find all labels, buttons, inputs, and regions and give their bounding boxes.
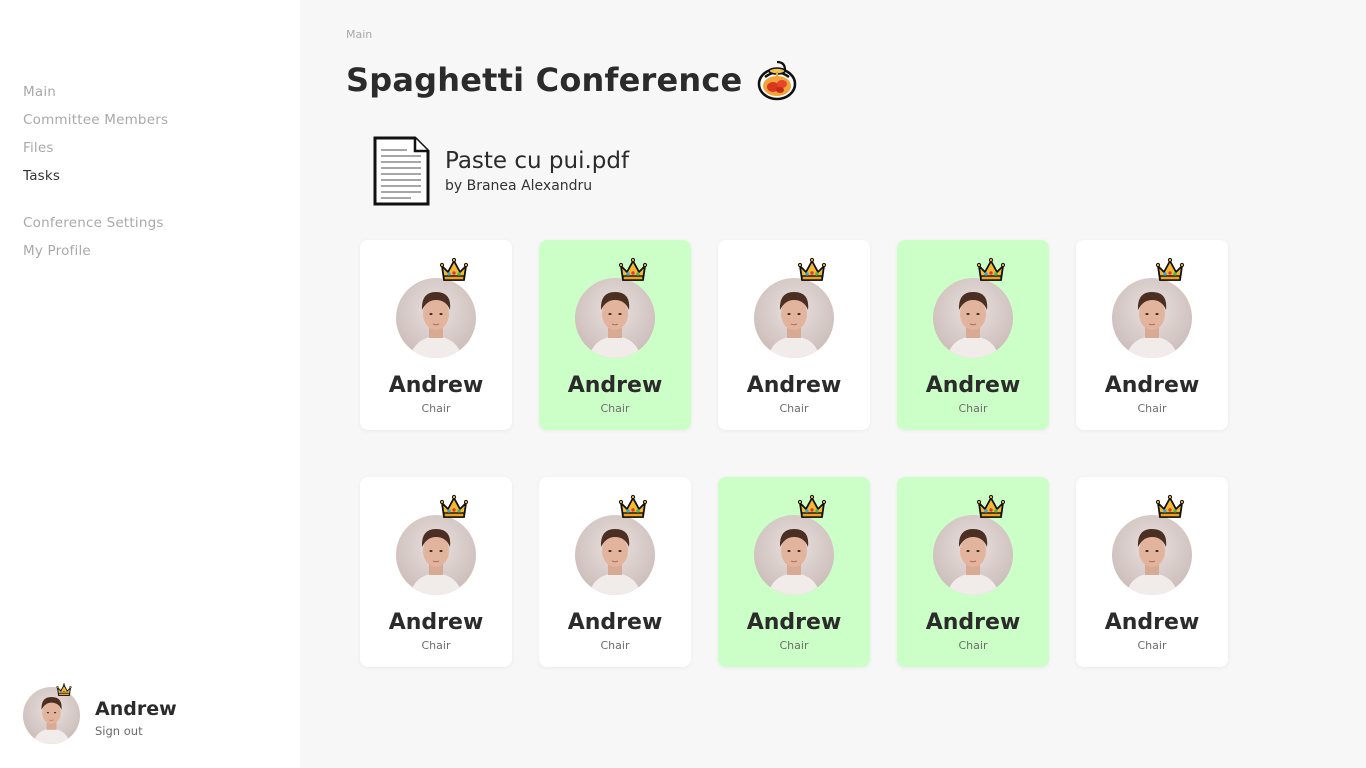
avatar-image xyxy=(1112,278,1192,358)
title-row: Spaghetti Conference xyxy=(346,58,798,102)
member-avatar xyxy=(575,278,655,358)
nav-item-my-profile[interactable]: My Profile xyxy=(23,241,168,269)
member-card[interactable]: Andrew Chair xyxy=(539,477,691,667)
member-card[interactable]: Andrew Chair xyxy=(360,240,512,430)
breadcrumb[interactable]: Main xyxy=(346,28,372,41)
member-avatar xyxy=(575,515,655,595)
crown-icon xyxy=(797,494,827,518)
member-role: Chair xyxy=(1137,402,1167,415)
member-avatar xyxy=(396,515,476,595)
member-avatar xyxy=(754,278,834,358)
crown-icon xyxy=(439,257,469,281)
member-name: Andrew xyxy=(746,373,842,398)
crown-icon xyxy=(1155,494,1185,518)
crown-icon xyxy=(618,257,648,281)
member-role: Chair xyxy=(1137,639,1167,652)
avatar-image xyxy=(396,515,476,595)
member-avatar xyxy=(1112,515,1192,595)
member-avatar xyxy=(933,515,1013,595)
member-name: Andrew xyxy=(388,610,484,635)
member-role: Chair xyxy=(421,402,451,415)
avatar-image xyxy=(933,278,1013,358)
crown-icon xyxy=(618,494,648,518)
avatar-image xyxy=(754,515,834,595)
member-name: Andrew xyxy=(388,373,484,398)
member-name: Andrew xyxy=(746,610,842,635)
nav-item-main[interactable]: Main xyxy=(23,82,168,110)
file-author: by Branea Alexandru xyxy=(445,178,593,194)
spaghetti-pot-icon xyxy=(758,60,797,101)
member-role: Chair xyxy=(600,402,630,415)
file-meta: Paste cu pui.pdf by Branea Alexandru xyxy=(445,148,629,194)
nav-divider xyxy=(23,194,168,213)
avatar-image xyxy=(396,278,476,358)
avatar-image xyxy=(575,278,655,358)
nav-item-files[interactable]: Files xyxy=(23,138,168,166)
main-content: Main Spaghetti Conference Paste cu pui.p… xyxy=(300,0,1366,768)
avatar-image xyxy=(1112,515,1192,595)
member-name: Andrew xyxy=(1104,373,1200,398)
user-name: Andrew xyxy=(95,698,177,720)
avatar-image xyxy=(754,278,834,358)
crown-icon xyxy=(1155,257,1185,281)
member-role: Chair xyxy=(958,402,988,415)
member-role: Chair xyxy=(958,639,988,652)
member-card[interactable]: Andrew Chair xyxy=(1076,477,1228,667)
nav-item-committee-members[interactable]: Committee Members xyxy=(23,110,168,138)
avatar-image xyxy=(575,515,655,595)
member-role: Chair xyxy=(779,402,809,415)
current-user: Andrew Sign out xyxy=(23,678,283,748)
member-name: Andrew xyxy=(567,610,663,635)
member-avatar xyxy=(754,515,834,595)
sidebar: Main Committee Members Files Tasks Confe… xyxy=(0,0,300,768)
member-avatar xyxy=(933,278,1013,358)
member-card[interactable]: Andrew Chair xyxy=(1076,240,1228,430)
crown-icon xyxy=(56,683,72,696)
sidebar-nav: Main Committee Members Files Tasks Confe… xyxy=(23,82,168,269)
avatar-image xyxy=(933,515,1013,595)
nav-item-tasks[interactable]: Tasks xyxy=(23,166,168,194)
member-name: Andrew xyxy=(925,610,1021,635)
file-name[interactable]: Paste cu pui.pdf xyxy=(445,148,629,174)
member-name: Andrew xyxy=(1104,610,1200,635)
document-icon xyxy=(373,136,430,206)
file-entry[interactable]: Paste cu pui.pdf by Branea Alexandru xyxy=(373,136,629,206)
crown-icon xyxy=(976,494,1006,518)
member-name: Andrew xyxy=(925,373,1021,398)
member-avatar xyxy=(1112,278,1192,358)
member-name: Andrew xyxy=(567,373,663,398)
user-avatar[interactable] xyxy=(23,683,80,744)
member-role: Chair xyxy=(421,639,451,652)
member-avatar xyxy=(396,278,476,358)
nav-item-conference-settings[interactable]: Conference Settings xyxy=(23,213,168,241)
member-card[interactable]: Andrew Chair xyxy=(897,240,1049,430)
member-role: Chair xyxy=(600,639,630,652)
member-card[interactable]: Andrew Chair xyxy=(718,477,870,667)
member-card[interactable]: Andrew Chair xyxy=(360,477,512,667)
crown-icon xyxy=(976,257,1006,281)
page-title: Spaghetti Conference xyxy=(346,61,743,99)
sign-out-link[interactable]: Sign out xyxy=(95,724,143,738)
member-role: Chair xyxy=(779,639,809,652)
member-card[interactable]: Andrew Chair xyxy=(897,477,1049,667)
member-card[interactable]: Andrew Chair xyxy=(718,240,870,430)
member-card[interactable]: Andrew Chair xyxy=(539,240,691,430)
crown-icon xyxy=(439,494,469,518)
crown-icon xyxy=(797,257,827,281)
